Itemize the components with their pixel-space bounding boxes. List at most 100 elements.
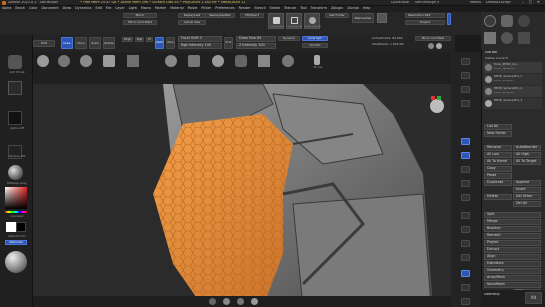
add-mode-icon[interactable] [8, 55, 22, 69]
auto-reorder-button[interactable]: AutoReorder [513, 145, 541, 151]
subtool-item[interactable]: Torso_PM3D_Cyl... PM3D_Sphere3D [484, 62, 542, 73]
scale-mode-button[interactable]: Scale [89, 37, 101, 49]
mrgb-button[interactable]: Mrgb [122, 37, 133, 42]
replay-last-rel-button[interactable]: ReplayLastRel [205, 13, 235, 18]
menu-macro[interactable]: Macro [139, 6, 153, 10]
stroke-icon[interactable] [8, 81, 22, 95]
draw-mode-button[interactable]: Draw [61, 37, 73, 49]
subtool-item[interactable]: PM3D_Sphere3D1_1 PM3D_Ring3D1 [484, 74, 542, 85]
zcut-button[interactable]: Zcut [224, 37, 233, 49]
fill-object-button[interactable]: FillObject [240, 13, 264, 18]
menu-zscript[interactable]: Zscript [345, 6, 360, 10]
brush-move[interactable] [58, 55, 70, 67]
bottom-icon-2[interactable] [223, 298, 230, 305]
project-button[interactable]: Project [484, 240, 541, 246]
linefill-button[interactable] [461, 270, 470, 277]
paste-button[interactable]: Paste [484, 173, 512, 179]
menu-material[interactable]: Material [168, 6, 185, 10]
zremesher-icon-b[interactable] [377, 13, 387, 23]
subtool-thumb-4[interactable] [484, 32, 496, 44]
all-to-target-button[interactable]: All To Target [513, 159, 541, 165]
menu-marker[interactable]: Marker [153, 6, 168, 10]
mirror-weld-toggle[interactable]: Mirror And Weld [415, 36, 451, 41]
split-button[interactable]: Split [484, 212, 541, 218]
menus-toggle[interactable]: Menus [470, 1, 484, 4]
geometry-button[interactable]: Geometry [484, 268, 541, 274]
color-picker[interactable] [5, 187, 27, 209]
brush-chisel[interactable] [282, 55, 294, 67]
window-controls[interactable]: – ▢ ✕ [522, 0, 542, 5]
local-sym-button[interactable]: Local Sym [302, 36, 328, 41]
subtool-thumb-2[interactable] [501, 15, 513, 27]
nanomesh-button[interactable]: NanoMesh [484, 282, 541, 288]
quicksave-button[interactable]: QuickSave [391, 1, 413, 4]
distribute-button[interactable]: Distribute [484, 261, 541, 267]
scale-view-button[interactable] [461, 240, 470, 247]
persp-button[interactable] [461, 138, 470, 145]
xyz-button[interactable] [461, 194, 470, 201]
material-sphere[interactable] [5, 251, 27, 273]
rgb-button[interactable]: Rgb [135, 37, 144, 42]
all-high-button[interactable]: All High [513, 152, 541, 158]
array-mesh-button[interactable]: ArrayMesh [484, 275, 541, 281]
m-button[interactable]: M [146, 37, 153, 42]
zadd-button[interactable]: Zadd [155, 37, 164, 49]
menu-texture[interactable]: Texture [282, 6, 298, 10]
menu-light[interactable]: Light [127, 6, 139, 10]
menu-stroke[interactable]: Stroke [268, 6, 283, 10]
menu-file[interactable]: File [104, 6, 114, 10]
sphere-icon-b[interactable] [436, 43, 442, 49]
hue-strip[interactable] [5, 211, 27, 213]
mirror-weld-button[interactable]: Mirror And Weld [123, 20, 157, 25]
menu-preferences[interactable]: Preferences [213, 6, 236, 10]
edit-mode-button[interactable]: Edit [33, 40, 55, 47]
actual-size-button[interactable]: Actual Size [178, 20, 206, 25]
subtool-thumb-3[interactable] [518, 15, 530, 27]
seethrough-slider[interactable]: See-through 0 [415, 1, 443, 4]
brush-hpolish[interactable] [127, 55, 139, 67]
get-folder-button[interactable]: Get Folder [325, 13, 349, 18]
local-button[interactable] [461, 166, 470, 173]
menu-picker[interactable]: Picker [199, 6, 213, 10]
default-zscript-button[interactable]: DefaultZScript [486, 1, 516, 4]
brush-pinch[interactable] [212, 55, 224, 67]
rgb-intensity-slider[interactable]: Rgb Intensity 100 [178, 43, 222, 49]
navigation-cube-icon[interactable] [430, 96, 444, 113]
rotate-mode-button[interactable]: Rotate [103, 37, 115, 49]
actual-button[interactable] [461, 86, 470, 93]
subtool-item[interactable]: PM3D_Sphere3D1_3 [484, 98, 542, 109]
move-mode-button[interactable]: Move [75, 37, 87, 49]
subtool-item[interactable]: PM3D_Sphere3D1_2 PM3D_Ring3D2 [484, 86, 542, 97]
zoom-button[interactable] [461, 72, 470, 79]
move-view-button[interactable] [461, 226, 470, 233]
extract-button[interactable]: Extract [484, 247, 541, 253]
aahalf-button[interactable] [461, 100, 470, 107]
menu-tool[interactable]: Tool [298, 6, 308, 10]
brush-snakehook[interactable] [235, 55, 247, 67]
backface-mask-button[interactable] [447, 13, 451, 25]
menu-draw[interactable]: Draw [61, 6, 74, 10]
align-button[interactable]: Align [484, 254, 541, 260]
del-all-button[interactable]: Del All [513, 201, 541, 207]
focal-shift-slider[interactable]: Focal Shift 0 [178, 36, 222, 42]
transp-button[interactable] [461, 284, 470, 291]
bottom-icon-3[interactable] [237, 298, 244, 305]
viewport[interactable] [33, 84, 451, 307]
subtool-thumb-1[interactable] [484, 15, 496, 27]
zremesher-button[interactable]: ZRemesher [286, 13, 302, 29]
boolean-button[interactable]: Boolean [484, 226, 541, 232]
append-button[interactable]: Append [513, 180, 541, 186]
menu-color[interactable]: Color [27, 6, 40, 10]
smooth-button[interactable]: Smooth [302, 43, 328, 48]
brush-inflate[interactable] [188, 55, 200, 67]
menu-alpha[interactable]: Alpha [0, 6, 13, 10]
sphere-icon-a[interactable] [428, 43, 434, 49]
menu-help[interactable]: Help [361, 6, 373, 10]
del-other-button[interactable]: Del Other [513, 194, 541, 200]
brush-prune[interactable]: Prune [311, 55, 323, 71]
alpha-icon[interactable] [8, 111, 22, 125]
menu-zplugin[interactable]: Zplugin [329, 6, 345, 10]
menu-document[interactable]: Document [40, 6, 61, 10]
rotate-view-button[interactable] [461, 254, 470, 261]
matcap-sphere[interactable] [8, 165, 23, 180]
